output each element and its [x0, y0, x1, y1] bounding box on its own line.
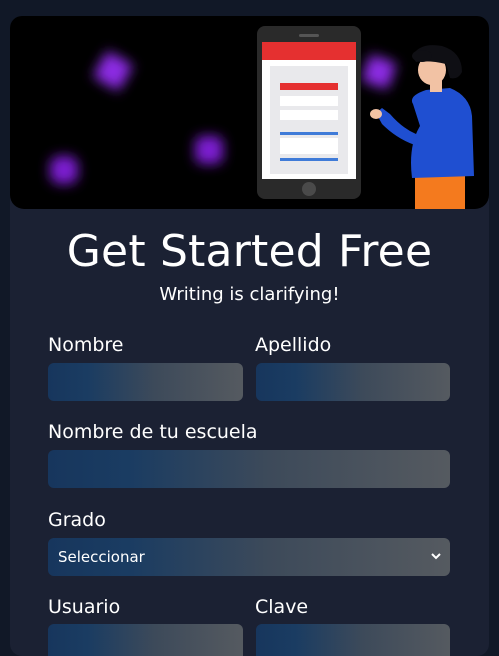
usuario-label: Usuario: [48, 596, 121, 618]
purple-glow-shape: [362, 55, 396, 89]
purple-glow-shape: [195, 136, 223, 164]
clave-input[interactable]: [256, 624, 450, 656]
clave-label: Clave: [255, 596, 309, 618]
signup-card: Get Started Free Writing is clarifying! …: [10, 16, 489, 656]
tablet-icon: [257, 26, 361, 199]
grado-select[interactable]: Seleccionar: [48, 538, 450, 576]
page-subtitle: Writing is clarifying!: [159, 284, 340, 305]
purple-glow-shape: [93, 51, 133, 91]
grado-label: Grado: [48, 509, 106, 531]
apellido-input[interactable]: [256, 363, 450, 401]
nombre-input[interactable]: [48, 363, 243, 401]
nombre-label: Nombre: [48, 334, 124, 356]
page-title: Get Started Free: [66, 226, 433, 277]
escuela-input[interactable]: [48, 450, 450, 488]
apellido-label: Apellido: [255, 334, 332, 356]
hero-illustration: [10, 16, 489, 209]
grado-select-value: Seleccionar: [58, 548, 145, 566]
escuela-label: Nombre de tu escuela: [48, 421, 258, 443]
hero-svg: [50, 26, 474, 209]
purple-glow-shape: [50, 156, 78, 184]
usuario-input[interactable]: [48, 624, 243, 656]
chevron-down-icon: [430, 550, 442, 565]
